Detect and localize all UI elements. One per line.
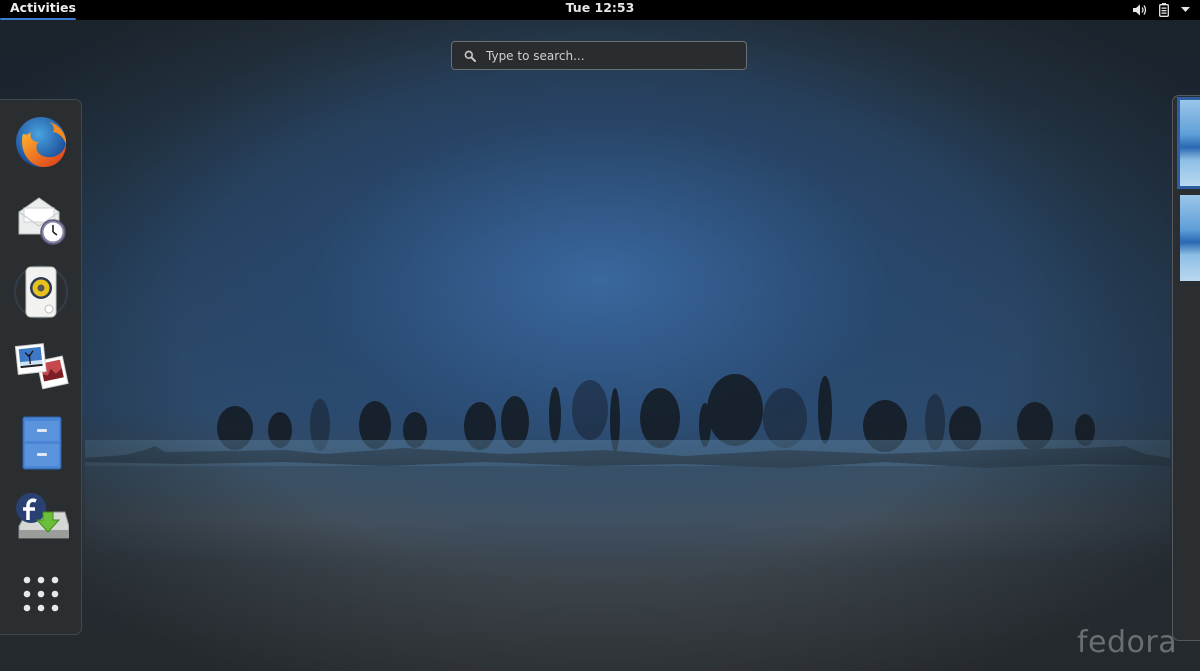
speaker-icon — [14, 265, 68, 319]
dash-item-install-to-hard-drive[interactable] — [12, 489, 70, 547]
clock[interactable]: Tue 12:53 — [0, 0, 1200, 16]
system-status-area[interactable] — [1133, 0, 1190, 20]
dash-item-rhythmbox[interactable] — [12, 263, 70, 321]
desktop-background: fedora — [0, 20, 1200, 671]
firefox-icon — [16, 117, 67, 168]
activities-indicator — [0, 18, 76, 20]
workspace-switcher — [1172, 95, 1200, 641]
top-bar: Activities Tue 12:53 — [0, 0, 1200, 20]
battery-icon — [1159, 3, 1169, 17]
dash-item-firefox[interactable] — [12, 113, 70, 171]
wallpaper-vignette — [0, 20, 1200, 671]
mail-clock-icon — [18, 197, 66, 245]
workspace-thumbnail-1[interactable] — [1177, 97, 1200, 189]
dash — [0, 99, 82, 635]
volume-icon — [1133, 4, 1147, 16]
dash-item-shotwell[interactable] — [12, 338, 70, 396]
search-input[interactable] — [486, 42, 736, 69]
dash-item-files[interactable] — [12, 413, 70, 471]
dash-item-evolution[interactable] — [12, 189, 70, 247]
system-menu-arrow-icon — [1181, 7, 1190, 12]
file-cabinet-icon — [22, 416, 62, 470]
photos-icon — [14, 343, 69, 390]
fedora-install-icon — [16, 493, 69, 539]
workspace-thumbnail-2[interactable] — [1180, 195, 1200, 281]
search-box[interactable] — [451, 41, 747, 70]
search-icon — [464, 50, 476, 62]
fedora-logo: fedora — [1077, 625, 1178, 660]
show-applications-button[interactable] — [12, 565, 70, 623]
app-grid-icon — [23, 576, 59, 612]
